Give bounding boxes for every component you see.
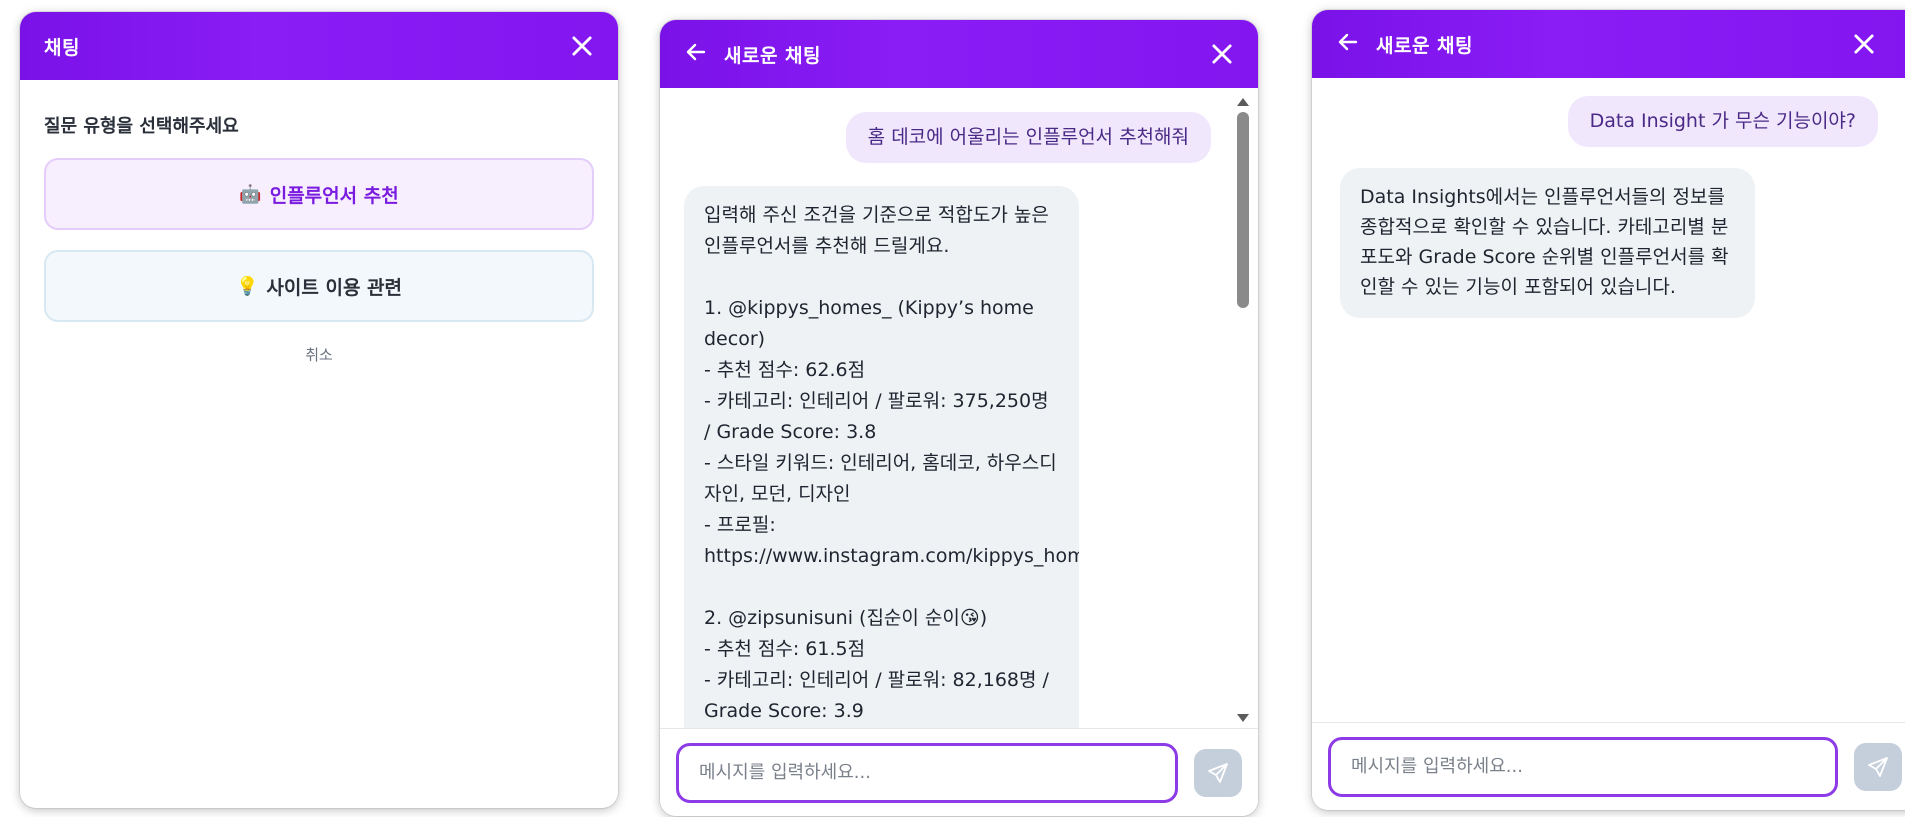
question-type-prompt: 질문 유형을 선택해주세요 xyxy=(44,116,239,137)
close-icon xyxy=(1854,34,1874,54)
scrollbar[interactable] xyxy=(1236,96,1250,724)
message-input-bar xyxy=(1312,722,1905,810)
bot-message: Data Insights에서는 인플루언서들의 정보를 종합적으로 확인할 수… xyxy=(1340,168,1755,318)
robot-icon: 🤖 xyxy=(239,183,262,205)
message-input[interactable] xyxy=(676,742,1178,803)
close-icon xyxy=(572,36,592,56)
close-button[interactable] xyxy=(1208,40,1236,68)
user-message: 홈 데코에 어울리는 인플루언서 추천해줘 xyxy=(845,112,1211,163)
send-icon xyxy=(1868,756,1888,777)
cancel-button[interactable]: 취소 xyxy=(44,344,594,365)
back-button[interactable] xyxy=(1336,30,1360,59)
chat-header: 채팅 xyxy=(20,12,618,80)
bot-message: 입력해 주신 조건을 기준으로 적합도가 높은 인플루언서를 추천해 드릴게요.… xyxy=(684,186,1079,728)
chat-panel-site-usage: 새로운 채팅 Data Insight 가 무슨 기능이야? Data Insi… xyxy=(1312,10,1905,810)
influencer-recommend-label: 인플루언서 추천 xyxy=(269,184,399,207)
back-button[interactable] xyxy=(684,40,708,69)
scrollbar-thumb[interactable] xyxy=(1237,112,1249,308)
send-button[interactable] xyxy=(1854,742,1902,791)
close-button[interactable] xyxy=(1850,30,1878,58)
site-usage-button[interactable]: 💡 사이트 이용 관련 xyxy=(44,250,594,322)
influencer-recommend-button[interactable]: 🤖 인플루언서 추천 xyxy=(44,158,594,230)
message-input[interactable] xyxy=(1328,736,1838,797)
chat-title: 새로운 채팅 xyxy=(1376,34,1474,57)
chat-panel-influencer: 새로운 채팅 홈 데코에 어울리는 인플루언서 추천해줘 입력해 주신 조건을 … xyxy=(660,20,1258,816)
chat-header: 새로운 채팅 xyxy=(660,20,1258,88)
lightbulb-icon: 💡 xyxy=(235,275,259,297)
user-message: Data Insight 가 무슨 기능이야? xyxy=(1567,96,1878,147)
send-icon xyxy=(1208,762,1228,783)
chat-panel-type-select: 채팅 질문 유형을 선택해주세요 🤖 인플루언서 추천 💡 사이트 이용 관련 … xyxy=(20,12,618,808)
message-list[interactable]: Data Insight 가 무슨 기능이야? Data Insights에서는… xyxy=(1312,78,1905,722)
scroll-up-arrow-icon[interactable] xyxy=(1237,98,1249,106)
site-usage-label: 사이트 이용 관련 xyxy=(266,276,402,299)
chat-header: 새로운 채팅 xyxy=(1312,10,1905,78)
message-list[interactable]: 홈 데코에 어울리는 인플루언서 추천해줘 입력해 주신 조건을 기준으로 적합… xyxy=(660,88,1258,728)
close-icon xyxy=(1212,44,1232,64)
scroll-down-arrow-icon[interactable] xyxy=(1237,714,1249,722)
close-button[interactable] xyxy=(568,32,596,60)
back-arrow-icon xyxy=(686,43,706,60)
message-input-bar xyxy=(660,728,1258,816)
send-button[interactable] xyxy=(1194,748,1242,797)
chat-title: 채팅 xyxy=(44,36,80,59)
chat-title: 새로운 채팅 xyxy=(724,44,822,67)
back-arrow-icon xyxy=(1338,33,1358,50)
